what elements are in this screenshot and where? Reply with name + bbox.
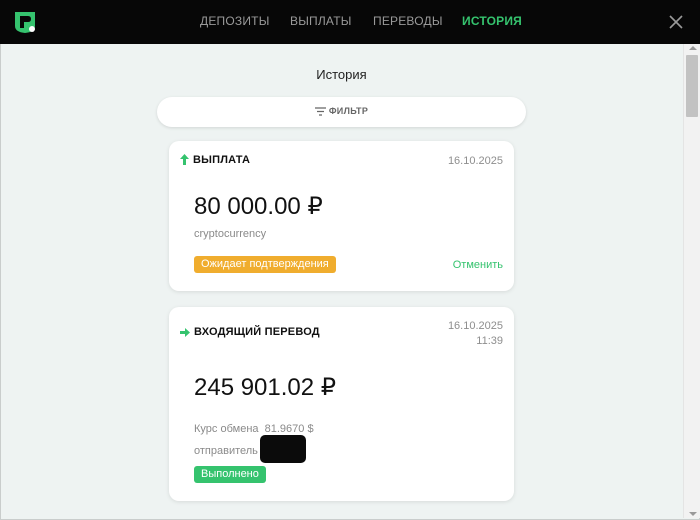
payment-method: cryptocurrency	[194, 228, 267, 240]
transaction-amount: 245 901.02 ₽	[194, 374, 337, 401]
tab-transfers[interactable]: ПЕРЕВОДЫ	[373, 14, 443, 28]
filter-button[interactable]: ФИЛЬТР	[157, 97, 526, 127]
scrollbar[interactable]	[683, 44, 700, 518]
arrow-up-icon	[180, 154, 189, 165]
status-badge: Выполнено	[194, 466, 266, 483]
cancel-link[interactable]: Отменить	[453, 259, 503, 271]
transaction-datetime: 16.10.2025 11:39	[448, 319, 503, 349]
transaction-time: 11:39	[476, 335, 503, 347]
arrow-right-icon	[180, 328, 190, 337]
tab-deposits[interactable]: ДЕПОЗИТЫ	[200, 14, 270, 28]
transaction-card: ВЫПЛАТА 16.10.2025 80 000.00 ₽ cryptocur…	[169, 141, 514, 291]
exchange-rate-value: 81.9670 $	[264, 423, 314, 435]
exchange-rate: Курс обмена 81.9670 $	[194, 423, 314, 435]
transaction-type: ВЫПЛАТА	[180, 154, 250, 166]
transaction-date: 16.10.2025	[447, 155, 503, 167]
transaction-date: 16.10.2025	[447, 320, 503, 332]
history-content[interactable]: История ФИЛЬТР ВЫПЛАТА 16.10.2025 80 000…	[0, 44, 700, 520]
scroll-up-arrow-icon[interactable]	[689, 46, 697, 50]
scroll-down-arrow-icon[interactable]	[689, 512, 697, 516]
scrollbar-thumb[interactable]	[686, 55, 698, 117]
tab-history[interactable]: ИСТОРИЯ	[462, 14, 522, 28]
transaction-type-label: ВЫПЛАТА	[193, 154, 251, 166]
brand-logo-icon[interactable]	[12, 9, 38, 35]
filter-label: ФИЛЬТР	[328, 106, 369, 116]
transaction-type-label: ВХОДЯЩИЙ ПЕРЕВОД	[194, 326, 320, 338]
close-icon[interactable]	[666, 12, 686, 32]
filter-icon	[314, 107, 326, 116]
page-title: История	[316, 67, 367, 82]
transaction-type: ВХОДЯЩИЙ ПЕРЕВОД	[180, 326, 320, 338]
transaction-card: ВХОДЯЩИЙ ПЕРЕВОД 16.10.2025 11:39 245 90…	[169, 307, 514, 501]
sender-label: отправитель	[194, 445, 258, 457]
tab-withdrawals[interactable]: ВЫПЛАТЫ	[290, 14, 352, 28]
top-navigation-bar: ДЕПОЗИТЫ ВЫПЛАТЫ ПЕРЕВОДЫ ИСТОРИЯ	[0, 0, 700, 44]
transaction-amount: 80 000.00 ₽	[194, 193, 323, 220]
status-badge: Ожидает подтверждения	[194, 256, 336, 273]
exchange-rate-label: Курс обмена	[194, 423, 259, 435]
sender-redaction	[260, 435, 306, 463]
